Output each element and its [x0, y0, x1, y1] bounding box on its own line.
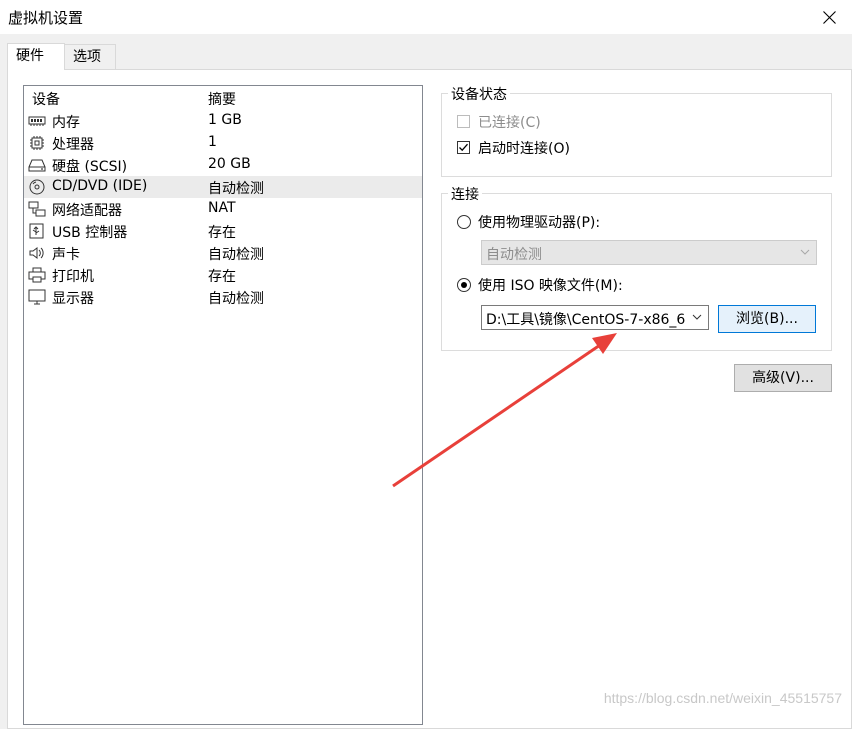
device-name: USB 控制器 [52, 225, 128, 241]
device-list-header: 设备 摘要 [24, 86, 422, 109]
device-summary: 存在 [208, 269, 236, 285]
display-icon [28, 289, 46, 305]
watermark-text: https://blog.csdn.net/weixin_45515757 [603, 690, 842, 706]
connected-label: 已连接(C) [478, 115, 541, 131]
device-row-display[interactable]: 显示器 自动检测 [24, 286, 422, 308]
connect-at-power-on-label: 启动时连接(O) [478, 141, 570, 157]
device-name: 处理器 [52, 137, 94, 153]
device-status-legend: 设备状态 [448, 84, 510, 104]
device-summary: 1 [208, 134, 217, 150]
device-row-network[interactable]: 网络适配器 NAT [24, 198, 422, 220]
connected-checkbox[interactable] [457, 115, 470, 128]
physical-drive-value: 自动检测 [486, 247, 542, 263]
printer-icon [28, 267, 46, 283]
device-summary: 20 GB [208, 156, 251, 172]
physical-drive-radio[interactable] [457, 215, 471, 229]
device-row-printer[interactable]: 打印机 存在 [24, 264, 422, 286]
device-list[interactable]: 设备 摘要 内存 1 GB 处理器 1 硬盘 (SCSI) 20 GB CD/D… [23, 85, 423, 725]
iso-image-label: 使用 ISO 映像文件(M): [478, 278, 623, 294]
device-summary: 自动检测 [208, 247, 264, 263]
device-status-group: 设备状态 [441, 84, 832, 177]
device-summary: 1 GB [208, 112, 242, 128]
window-title: 虚拟机设置 [8, 9, 84, 27]
browse-button[interactable]: 浏览(B)... [718, 305, 816, 333]
device-row-harddisk[interactable]: 硬盘 (SCSI) 20 GB [24, 154, 422, 176]
device-name: 显示器 [52, 291, 94, 307]
column-header-device[interactable]: 设备 [32, 89, 60, 109]
usb-icon [28, 223, 46, 239]
device-row-cdrom[interactable]: CD/DVD (IDE) 自动检测 [24, 176, 422, 198]
device-row-usb[interactable]: USB 控制器 存在 [24, 220, 422, 242]
chevron-down-icon [800, 249, 810, 255]
harddisk-icon [28, 157, 46, 173]
device-name: 打印机 [52, 269, 94, 285]
device-summary: 自动检测 [208, 181, 264, 197]
device-name: 硬盘 (SCSI) [52, 159, 128, 175]
iso-image-radio[interactable] [457, 278, 471, 292]
processor-icon [28, 135, 46, 151]
close-button[interactable] [806, 0, 852, 34]
title-bar: 虚拟机设置 [0, 0, 852, 34]
tab-options[interactable]: 选项 [64, 44, 116, 70]
device-summary: 存在 [208, 225, 236, 241]
tab-hardware[interactable]: 硬件 [7, 43, 65, 70]
column-header-summary[interactable]: 摘要 [208, 89, 236, 109]
device-row-processor[interactable]: 处理器 1 [24, 132, 422, 154]
device-name: 网络适配器 [52, 203, 122, 219]
device-row-memory[interactable]: 内存 1 GB [24, 110, 422, 132]
radio-selected-dot [461, 282, 467, 288]
device-summary: 自动检测 [208, 291, 264, 307]
device-name: 声卡 [52, 247, 80, 263]
physical-drive-select[interactable]: 自动检测 [481, 240, 817, 265]
connect-at-power-on-checkbox[interactable] [457, 141, 470, 154]
iso-path-combobox[interactable]: D:\工具\镜像\CentOS-7-x86_6 [481, 305, 709, 330]
device-row-sound[interactable]: 声卡 自动检测 [24, 242, 422, 264]
cdrom-icon [28, 179, 46, 195]
advanced-button[interactable]: 高级(V)... [734, 364, 832, 392]
close-icon [822, 10, 836, 24]
checkmark-icon [459, 143, 468, 152]
device-summary: NAT [208, 200, 236, 216]
sound-icon [28, 245, 46, 261]
memory-icon [28, 113, 46, 129]
connection-legend: 连接 [448, 184, 482, 204]
physical-drive-label: 使用物理驱动器(P): [478, 215, 601, 231]
device-name: 内存 [52, 115, 80, 131]
device-name: CD/DVD (IDE) [52, 178, 148, 194]
chevron-down-icon[interactable] [692, 314, 702, 321]
network-icon [28, 201, 46, 217]
iso-path-value: D:\工具\镜像\CentOS-7-x86_6 [486, 312, 686, 328]
